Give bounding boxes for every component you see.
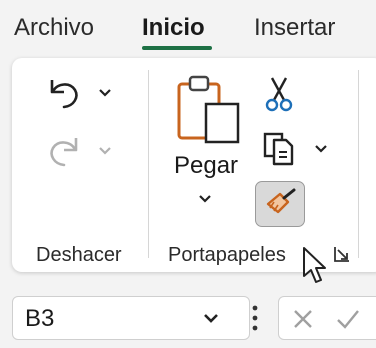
- chevron-down-icon[interactable]: [198, 194, 212, 204]
- formula-actions: [278, 296, 376, 340]
- scissors-icon: [265, 77, 293, 112]
- chevron-down-icon[interactable]: [98, 88, 112, 98]
- copy-button[interactable]: [262, 128, 336, 168]
- paintbrush-icon: [266, 188, 296, 214]
- chevron-down-icon[interactable]: [98, 146, 112, 156]
- format-painter-button[interactable]: [255, 181, 305, 227]
- chevron-down-icon[interactable]: [314, 144, 328, 154]
- dialog-launcher-icon[interactable]: [334, 246, 350, 262]
- copy-icon: [263, 132, 294, 166]
- clipboard-group-label: Portapapeles: [168, 244, 286, 266]
- redo-icon: [50, 138, 78, 167]
- tab-archivo[interactable]: Archivo: [14, 14, 94, 42]
- more-options-icon[interactable]: [250, 302, 260, 334]
- name-box[interactable]: B3: [12, 296, 250, 340]
- paste-label: Pegar: [174, 152, 239, 179]
- active-tab-indicator: [142, 46, 212, 50]
- tab-inicio[interactable]: Inicio: [142, 14, 205, 42]
- undo-button[interactable]: [44, 74, 118, 114]
- mouse-cursor-icon: [303, 247, 326, 283]
- tab-insertar[interactable]: Insertar: [254, 14, 335, 42]
- cancel-icon[interactable]: [291, 307, 315, 331]
- enter-check-icon[interactable]: [335, 307, 361, 331]
- chevron-down-icon[interactable]: [203, 313, 219, 325]
- undo-group-label: Deshacer: [36, 244, 122, 266]
- paste-button[interactable]: Pegar: [170, 74, 244, 212]
- group-divider: [358, 70, 359, 258]
- undo-icon: [50, 80, 78, 109]
- cut-button[interactable]: [262, 74, 296, 114]
- group-divider: [148, 70, 149, 258]
- redo-button[interactable]: [44, 132, 118, 172]
- clipboard-icon: [177, 75, 240, 144]
- name-box-value: B3: [25, 305, 55, 332]
